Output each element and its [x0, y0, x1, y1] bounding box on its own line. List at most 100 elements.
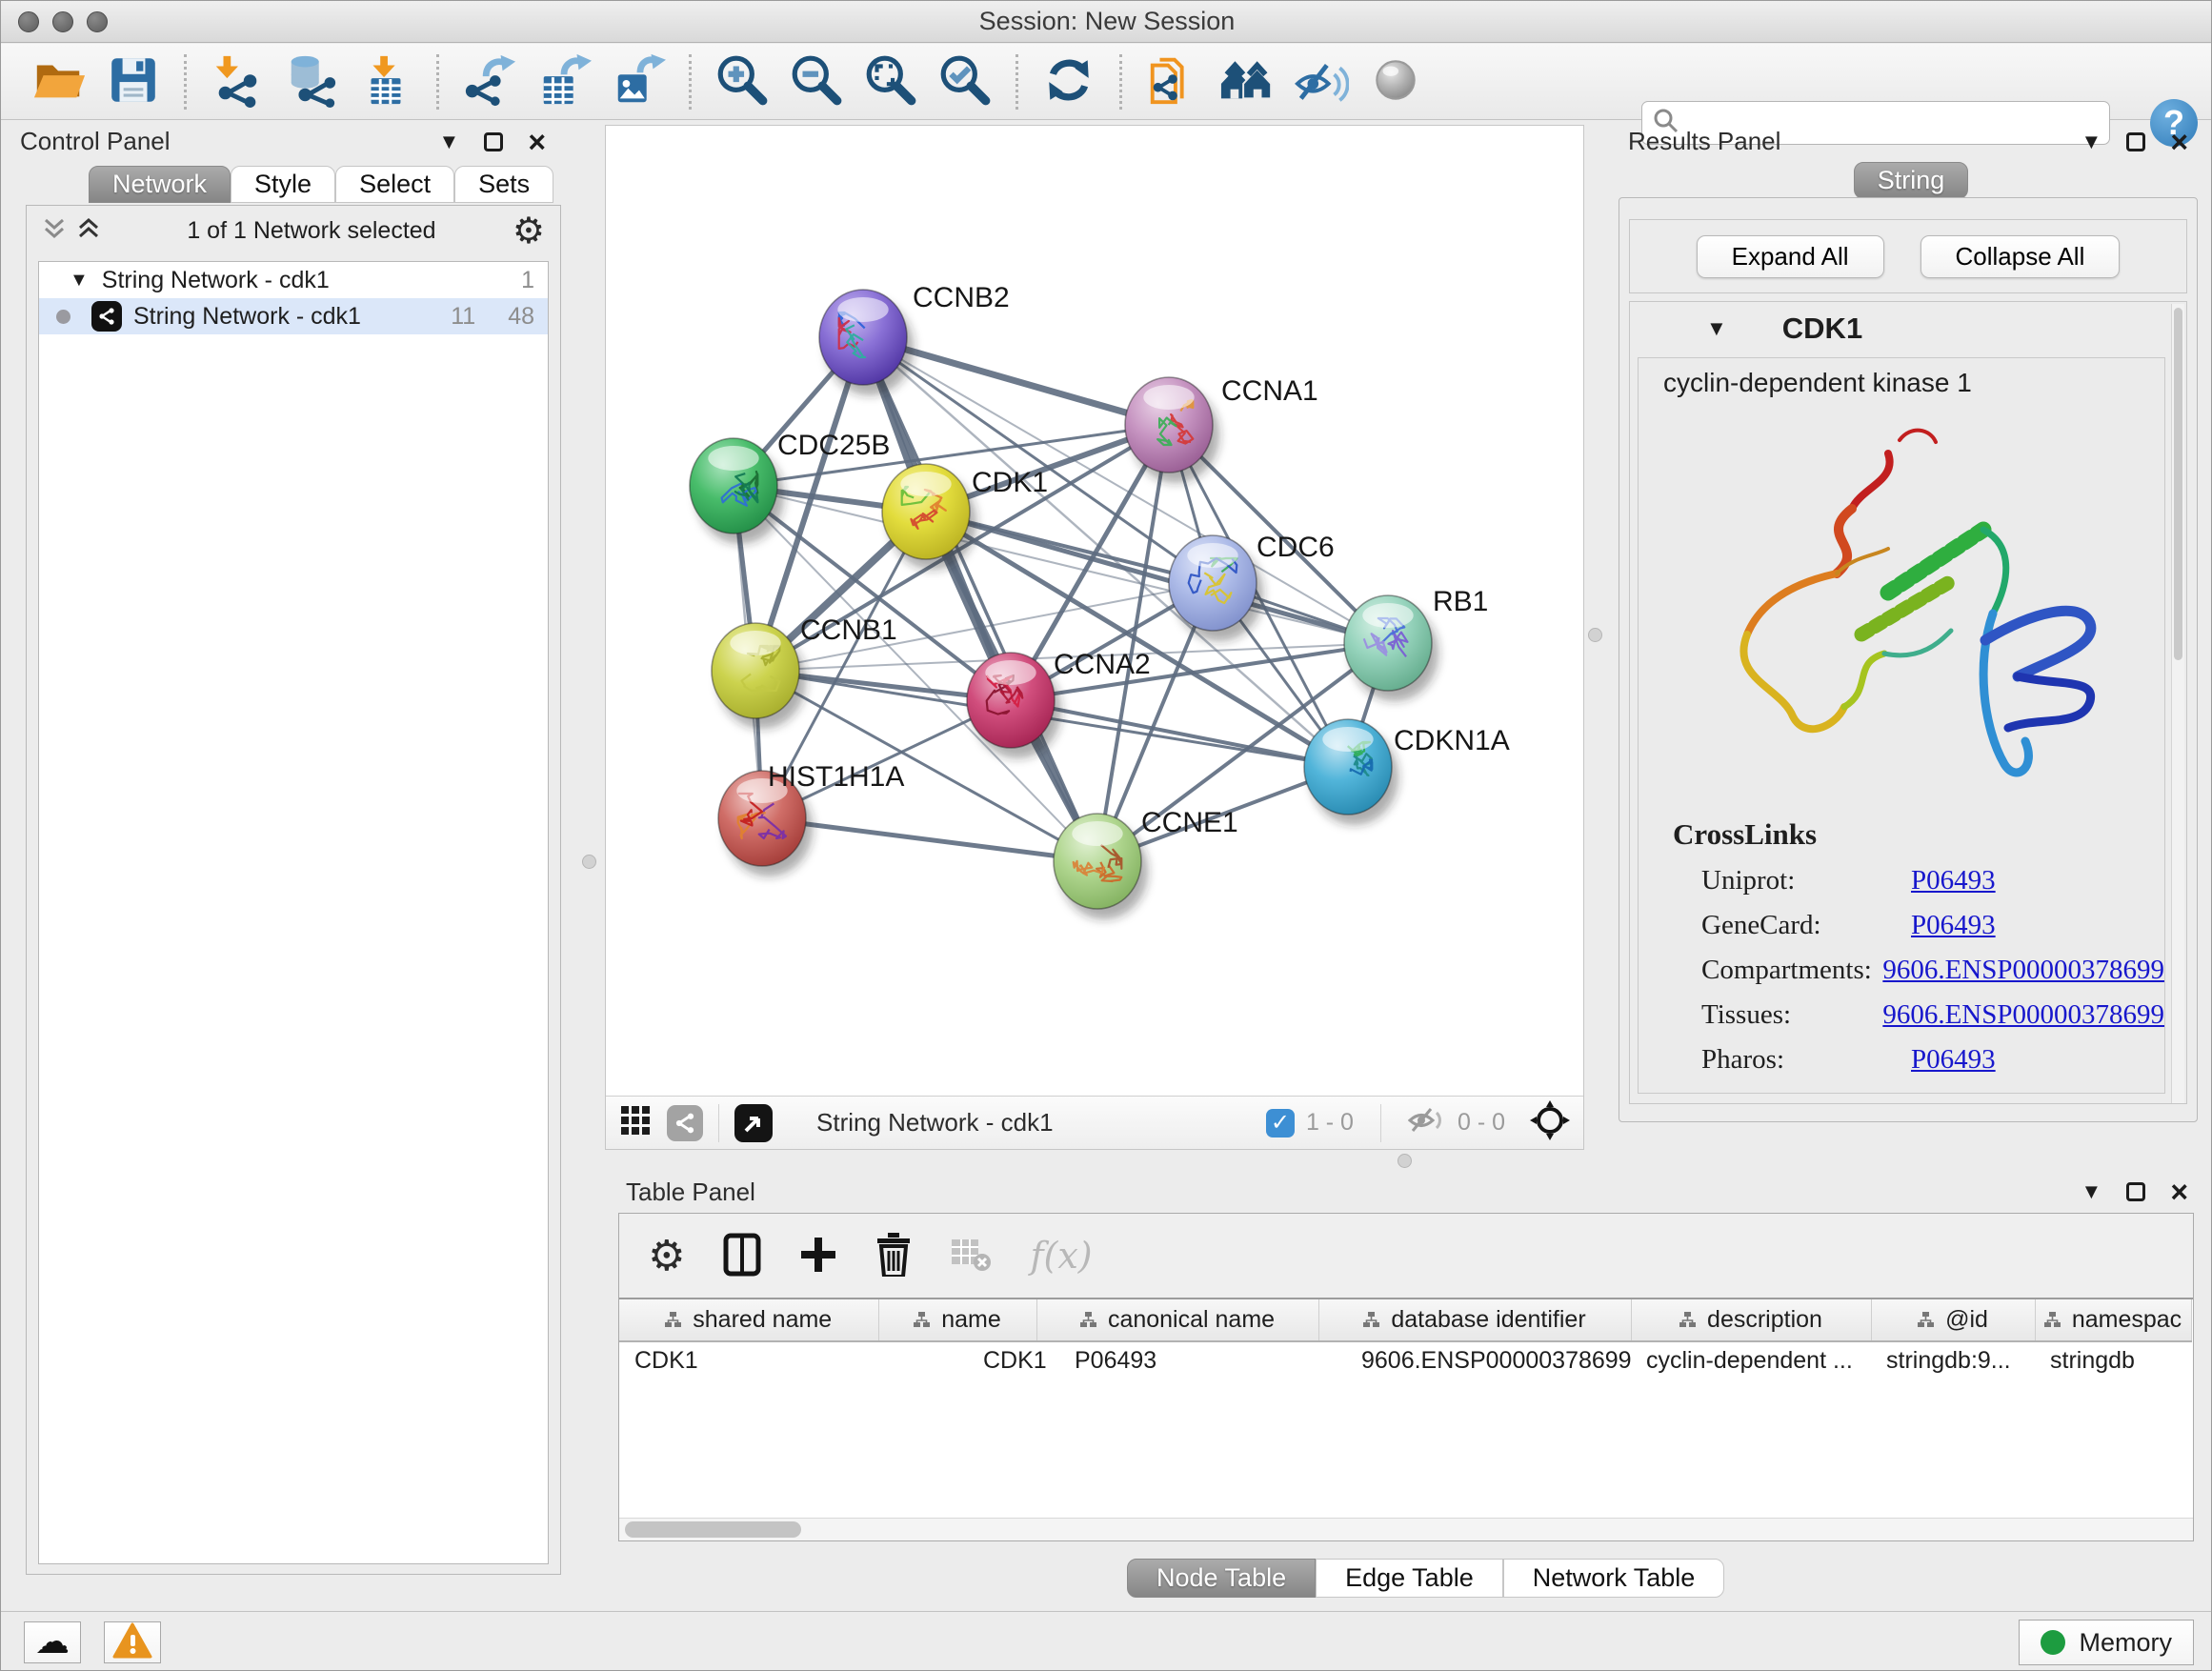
tab-edge-table[interactable]: Edge Table: [1316, 1559, 1503, 1598]
apply-layout-button[interactable]: [1032, 50, 1106, 114]
export-image-button[interactable]: [601, 50, 675, 114]
collapse-all-networks-icon[interactable]: [42, 216, 67, 246]
column-header-id[interactable]: @id: [1871, 1299, 2035, 1341]
panel-menu-icon[interactable]: ▼: [2081, 1179, 2102, 1204]
warnings-button[interactable]: [104, 1621, 161, 1663]
column-header-description[interactable]: description: [1631, 1299, 1871, 1341]
zoom-selected-button[interactable]: [928, 50, 1002, 114]
panel-close-icon[interactable]: ×: [2170, 132, 2188, 151]
hide-selected-button[interactable]: [1284, 50, 1358, 114]
export-table-button[interactable]: [527, 50, 601, 114]
tab-node-table[interactable]: Node Table: [1127, 1559, 1316, 1598]
crosslink-label: Uniprot:: [1701, 865, 1911, 896]
scrollbar-thumb[interactable]: [2174, 308, 2182, 660]
tab-select[interactable]: Select: [335, 166, 454, 203]
panel-close-icon[interactable]: ×: [2170, 1182, 2188, 1201]
network-node-CDKN1A[interactable]: CDKN1A: [1304, 719, 1510, 825]
panel-float-icon[interactable]: [2126, 132, 2145, 151]
save-session-button[interactable]: [96, 50, 171, 114]
new-network-from-selection-button[interactable]: [1136, 50, 1210, 114]
network-node-RB1[interactable]: RB1: [1344, 586, 1488, 701]
export-network-button[interactable]: [452, 50, 527, 114]
column-header-canonical-name[interactable]: canonical name: [1036, 1299, 1318, 1341]
import-table-button[interactable]: [349, 50, 423, 114]
tab-network-table[interactable]: Network Table: [1503, 1559, 1725, 1598]
column-header-name[interactable]: name: [878, 1299, 1036, 1341]
right-splitter-handle[interactable]: [1588, 628, 1602, 642]
network-share-view-icon[interactable]: [667, 1105, 703, 1141]
panel-close-icon[interactable]: ×: [528, 132, 546, 151]
tab-style[interactable]: Style: [231, 166, 335, 203]
table-settings-button[interactable]: ⚙: [648, 1232, 685, 1280]
network-node-HIST1H1A[interactable]: HIST1H1A: [718, 761, 904, 876]
cell-shared-name[interactable]: CDK1: [619, 1341, 878, 1379]
selected-indicator-checkbox[interactable]: ✓: [1266, 1109, 1295, 1137]
open-session-button[interactable]: [22, 50, 96, 114]
entry-expander-icon[interactable]: ▼: [1706, 316, 1727, 341]
cell-database-identifier[interactable]: 9606.ENSP00000378699: [1318, 1341, 1631, 1379]
network-node-CCNB1[interactable]: CCNB1: [712, 614, 897, 729]
network-node-CCNA1[interactable]: CCNA1: [1125, 375, 1318, 483]
network-node-CDK1[interactable]: CDK1: [882, 464, 1048, 570]
network-view[interactable]: CCNB2CCNA1CDC25BCDK1CDC6RB1CCNB1CCNA2CDK…: [605, 125, 1584, 1150]
node-label-CDKN1A: CDKN1A: [1394, 725, 1510, 756]
crosslink-pharos-link[interactable]: P06493: [1911, 1044, 1996, 1076]
panel-menu-icon[interactable]: ▼: [2081, 130, 2102, 154]
show-columns-button[interactable]: [723, 1233, 761, 1279]
table-row[interactable]: CDK1 CDK1 P06493 9606.ENSP00000378699 cy…: [619, 1341, 2191, 1379]
birds-eye-view-icon[interactable]: [734, 1104, 773, 1142]
cell-description[interactable]: cyclin-dependent ...: [1631, 1341, 1871, 1379]
results-scrollbar[interactable]: [2171, 304, 2184, 1103]
network-node-CCNE1[interactable]: CCNE1: [1054, 807, 1238, 919]
crosslink-tissues-link[interactable]: 9606.ENSP00000378699: [1882, 999, 2164, 1031]
network-node-CCNB2[interactable]: CCNB2: [819, 282, 1010, 395]
cell-canonical-name[interactable]: P06493: [1036, 1341, 1318, 1379]
network-collection-row[interactable]: ▼ String Network - cdk1 1: [39, 262, 548, 298]
expand-all-button[interactable]: Expand All: [1697, 235, 1884, 278]
show-all-button[interactable]: [1358, 50, 1433, 114]
tab-sets[interactable]: Sets: [454, 166, 553, 203]
import-network-button[interactable]: [200, 50, 274, 114]
network-graph[interactable]: CCNB2CCNA1CDC25BCDK1CDC6RB1CCNB1CCNA2CDK…: [606, 126, 1583, 1096]
column-type-icon: [914, 1312, 930, 1328]
app-store-status-button[interactable]: ☁: [24, 1621, 81, 1663]
memory-button[interactable]: Memory: [2019, 1620, 2194, 1665]
panel-float-icon[interactable]: [484, 132, 503, 151]
crosslink-uniprot-link[interactable]: P06493: [1911, 865, 1996, 896]
column-header-database-identifier[interactable]: database identifier: [1318, 1299, 1631, 1341]
panel-float-icon[interactable]: [2126, 1182, 2145, 1201]
column-header-namespace[interactable]: namespac: [2035, 1299, 2191, 1341]
import-network-database-button[interactable]: [274, 50, 349, 114]
cell-id[interactable]: stringdb:9...: [1871, 1341, 2035, 1379]
bottom-splitter-handle[interactable]: [1398, 1154, 1412, 1168]
expand-all-networks-icon[interactable]: [76, 216, 101, 246]
network-row[interactable]: String Network - cdk1 11 48: [39, 298, 548, 334]
crosslink-genecard-link[interactable]: P06493: [1911, 910, 1996, 941]
crosslink-compartments-link[interactable]: 9606.ENSP00000378699: [1882, 955, 2164, 986]
column-header-shared-name[interactable]: shared name: [619, 1299, 878, 1341]
first-neighbors-button[interactable]: [1210, 50, 1284, 114]
tab-network[interactable]: Network: [89, 166, 231, 203]
edge-count: 48: [508, 303, 534, 331]
table-tab-strip: Node Table Edge Table Network Table: [573, 1541, 2212, 1611]
cell-namespace[interactable]: stringdb: [2035, 1341, 2191, 1379]
table-horizontal-scrollbar[interactable]: [619, 1518, 2193, 1540]
delete-column-button[interactable]: [875, 1233, 912, 1279]
cell-name[interactable]: CDK1: [878, 1341, 1036, 1379]
panel-menu-icon[interactable]: ▼: [439, 130, 460, 154]
collapse-all-button[interactable]: Collapse All: [1920, 235, 2121, 278]
zoom-fit-button[interactable]: [854, 50, 928, 114]
left-splitter-handle[interactable]: [582, 855, 596, 869]
network-options-gear-icon[interactable]: ⚙: [513, 210, 545, 252]
zoom-out-button[interactable]: [779, 50, 854, 114]
tab-string[interactable]: String: [1854, 162, 1969, 199]
network-node-CDC25B[interactable]: CDC25B: [690, 430, 890, 544]
scrollbar-thumb[interactable]: [625, 1521, 801, 1538]
node-label-CCNB1: CCNB1: [800, 614, 897, 646]
collection-expander-icon[interactable]: ▼: [70, 270, 89, 292]
crosshair-target-icon[interactable]: [1530, 1100, 1570, 1145]
grid-view-icon[interactable]: [619, 1104, 652, 1141]
zoom-in-button[interactable]: [705, 50, 779, 114]
refresh-icon: [1041, 52, 1096, 111]
add-column-button[interactable]: [799, 1236, 837, 1277]
